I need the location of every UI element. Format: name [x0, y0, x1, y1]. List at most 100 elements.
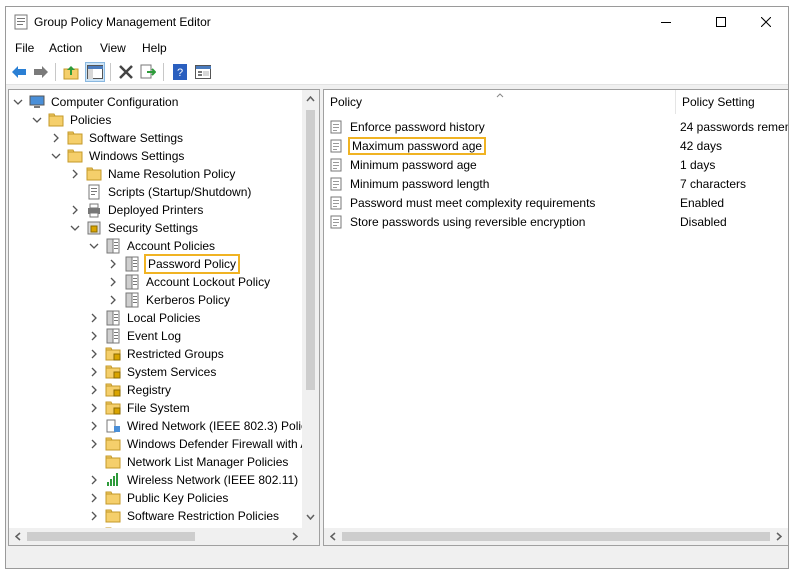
chevron-right-icon[interactable] [108, 277, 118, 287]
tree-expander[interactable] [89, 421, 99, 431]
tree-item[interactable]: Wireless Network (IEEE 802.11) Po [89, 471, 318, 489]
tree-expander[interactable] [89, 457, 99, 467]
tree-item[interactable]: File System [89, 399, 192, 417]
tree-item[interactable]: Registry [89, 381, 173, 399]
tree-expander[interactable] [51, 151, 61, 161]
tree-item[interactable]: Policies [32, 111, 113, 129]
chevron-right-icon[interactable] [89, 349, 99, 359]
chevron-right-icon[interactable] [89, 439, 99, 449]
tree-expander[interactable] [89, 349, 99, 359]
policy-row[interactable]: Password must meet complexity requiremen… [330, 193, 597, 212]
list-horizontal-scrollbar[interactable] [324, 528, 788, 545]
tree-horizontal-scrollbar[interactable] [9, 528, 319, 545]
tree-item[interactable]: Deployed Printers [70, 201, 205, 219]
chevron-right-icon[interactable] [89, 385, 99, 395]
tree-expander[interactable] [108, 295, 118, 305]
tree-item[interactable]: Windows Defender Firewall with A [89, 435, 310, 453]
help-button[interactable]: ? [170, 62, 190, 82]
policy-row[interactable]: Minimum password age [330, 155, 479, 174]
chevron-right-icon[interactable] [108, 259, 118, 269]
chevron-right-icon[interactable] [108, 295, 118, 305]
tree-vertical-scrollbar[interactable] [302, 90, 319, 528]
scroll-up-icon[interactable] [306, 96, 315, 102]
chevron-right-icon[interactable] [89, 511, 99, 521]
tree-expander[interactable] [89, 367, 99, 377]
scroll-down-icon[interactable] [306, 514, 315, 520]
tree-item[interactable]: Computer Configuration [13, 93, 180, 111]
menu-view[interactable]: View [100, 41, 126, 55]
chevron-right-icon[interactable] [89, 331, 99, 341]
tree-item[interactable]: Network List Manager Policies [89, 453, 290, 471]
chevron-right-icon[interactable] [51, 133, 61, 143]
tree-expander[interactable] [89, 331, 99, 341]
tree-item[interactable]: Windows Settings [51, 147, 186, 165]
list-hscroll-thumb[interactable] [342, 532, 770, 541]
tree-expander[interactable] [89, 241, 99, 251]
chevron-right-icon[interactable] [70, 205, 80, 215]
tree-item[interactable]: Account Lockout Policy [108, 273, 272, 291]
tree-item[interactable]: Scripts (Startup/Shutdown) [70, 183, 253, 201]
tree-expander[interactable] [89, 439, 99, 449]
chevron-right-icon[interactable] [89, 367, 99, 377]
tree-expander[interactable] [89, 511, 99, 521]
tree-item[interactable]: Security Settings [70, 219, 200, 237]
tree-expander[interactable] [51, 133, 61, 143]
tree-item[interactable]: Account Policies [89, 237, 217, 255]
show-hide-tree-button[interactable] [85, 62, 105, 82]
chevron-down-icon[interactable] [13, 97, 23, 107]
tree-expander[interactable] [13, 97, 23, 107]
tree-item[interactable]: Restricted Groups [89, 345, 226, 363]
scroll-right-icon[interactable] [292, 532, 298, 541]
tree-expander[interactable] [89, 403, 99, 413]
chevron-down-icon[interactable] [32, 115, 42, 125]
tree-item[interactable]: Password Policy [108, 254, 241, 274]
tree-expander[interactable] [89, 493, 99, 503]
tree-expander[interactable] [70, 205, 80, 215]
back-button[interactable] [9, 62, 29, 82]
column-header-setting[interactable]: Policy Setting [676, 90, 788, 114]
up-one-level-button[interactable] [61, 62, 81, 82]
policy-row[interactable]: Enforce password history [330, 117, 487, 136]
chevron-down-icon[interactable] [70, 223, 80, 233]
chevron-right-icon[interactable] [89, 475, 99, 485]
tree-item[interactable]: System Services [89, 363, 218, 381]
policy-row[interactable]: Maximum password age [330, 136, 487, 155]
chevron-right-icon[interactable] [70, 169, 80, 179]
list-scroll-left-icon[interactable] [330, 532, 336, 541]
tree-item[interactable]: Kerberos Policy [108, 291, 232, 309]
tree-expander[interactable] [89, 475, 99, 485]
tree-expander[interactable] [89, 385, 99, 395]
policy-row[interactable]: Minimum password length [330, 174, 491, 193]
tree-item[interactable]: Local Policies [89, 309, 202, 327]
scroll-left-icon[interactable] [15, 532, 21, 541]
chevron-right-icon[interactable] [89, 493, 99, 503]
tree-expander[interactable] [70, 169, 80, 179]
close-button[interactable] [743, 7, 788, 37]
tree-item[interactable]: Wired Network (IEEE 802.3) Policie [89, 417, 318, 435]
policy-row[interactable]: Store passwords using reversible encrypt… [330, 212, 587, 231]
column-header-policy[interactable]: Policy [324, 90, 676, 114]
tree-expander[interactable] [108, 277, 118, 287]
chevron-right-icon[interactable] [89, 421, 99, 431]
properties-view-button[interactable] [193, 62, 213, 82]
menu-action[interactable]: Action [49, 41, 82, 55]
tree-item[interactable]: Software Settings [51, 129, 185, 147]
chevron-down-icon[interactable] [89, 241, 99, 251]
tree-item[interactable]: Event Log [89, 327, 183, 345]
tree-expander[interactable] [89, 313, 99, 323]
tree-vscroll-thumb[interactable] [306, 110, 315, 390]
tree-expander[interactable] [70, 187, 80, 197]
maximize-button[interactable] [698, 7, 744, 37]
tree-expander[interactable] [32, 115, 42, 125]
tree-item[interactable]: Public Key Policies [89, 489, 230, 507]
tree-item[interactable]: Name Resolution Policy [70, 165, 237, 183]
chevron-down-icon[interactable] [51, 151, 61, 161]
tree-item[interactable]: Software Restriction Policies [89, 507, 281, 525]
tree-hscroll-thumb[interactable] [27, 532, 195, 541]
chevron-right-icon[interactable] [89, 403, 99, 413]
export-list-button[interactable] [138, 62, 158, 82]
menu-help[interactable]: Help [142, 41, 167, 55]
chevron-right-icon[interactable] [89, 313, 99, 323]
tree-expander[interactable] [70, 223, 80, 233]
list-scroll-right-icon[interactable] [776, 532, 782, 541]
